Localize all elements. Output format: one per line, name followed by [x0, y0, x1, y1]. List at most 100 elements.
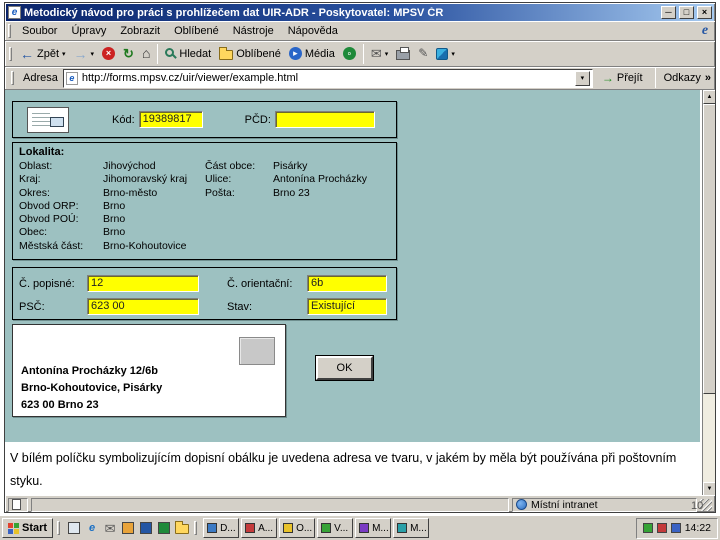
task-label: A...	[258, 522, 274, 534]
address-input[interactable]: e http://forms.mpsv.cz/uir/viewer/exampl…	[62, 68, 593, 88]
minimize-button[interactable]: ─	[661, 6, 676, 19]
task-button-3[interactable]: O...	[279, 518, 316, 538]
lokalita-value: Brno-Kohoutovice	[103, 239, 187, 252]
menu-zobrazit[interactable]: Zobrazit	[113, 23, 167, 39]
task-button-6[interactable]: M...	[393, 518, 430, 538]
task-icon	[207, 523, 218, 533]
lokalita-label: Kraj:	[19, 173, 41, 186]
toolbar-grip[interactable]	[9, 46, 12, 61]
close-button[interactable]: ×	[697, 6, 712, 19]
links-label: Odkazy	[663, 72, 701, 84]
quick-launch-desktop-icon[interactable]	[66, 520, 82, 536]
mail-icon: ✉	[104, 520, 116, 536]
app-logo-icon[interactable]	[27, 106, 69, 133]
chevron-right-icon: »	[704, 72, 711, 84]
taskbar-divider	[57, 521, 61, 535]
maximize-button[interactable]: □	[679, 6, 694, 19]
links-button[interactable]: Odkazy »	[664, 72, 711, 84]
quick-launch-word-icon[interactable]	[138, 520, 154, 536]
media-icon	[288, 47, 302, 60]
start-label: Start	[22, 522, 48, 534]
status-bar: Místní intranet	[5, 495, 715, 513]
co-input[interactable]: 6b	[307, 275, 387, 292]
media-button[interactable]: Média	[285, 43, 339, 65]
stav-input[interactable]: Existující	[307, 298, 387, 315]
address-dropdown-button[interactable]: ▾	[574, 70, 590, 86]
slide: e Metodický návod pro práci s prohlížeče…	[0, 0, 720, 540]
vertical-scrollbar[interactable]: ▲ ▼	[702, 90, 715, 495]
task-button-2[interactable]: A...	[241, 518, 278, 538]
favorites-button[interactable]: Oblíbené	[215, 43, 285, 65]
history-icon	[342, 47, 356, 60]
quick-launch-media-icon[interactable]	[120, 520, 136, 536]
menu-nastroje[interactable]: Nástroje	[226, 23, 281, 39]
stop-button[interactable]: ×	[98, 43, 119, 65]
task-label: D...	[220, 522, 236, 534]
toolbar-grip[interactable]	[11, 71, 14, 85]
envelope-line-2: Brno-Kohoutovice, Pisárky	[21, 382, 163, 394]
lokalita-box: Lokalita: Oblast: Jihovýchod Část obce: …	[12, 142, 397, 260]
task-icon	[397, 523, 408, 533]
tray-icon[interactable]	[670, 523, 681, 533]
psc-input[interactable]: 623 00	[87, 298, 199, 315]
refresh-icon: ↻	[123, 46, 134, 61]
lokalita-value: Pisárky	[273, 160, 308, 172]
clock: 14:22	[684, 522, 711, 534]
envelope-line-3: 623 00 Brno 23	[21, 399, 99, 411]
tray-icon[interactable]	[656, 523, 667, 533]
refresh-button[interactable]: ↻	[119, 43, 138, 65]
lokalita-label: Ulice:	[205, 173, 232, 186]
tray-icon[interactable]	[642, 523, 653, 533]
print-button[interactable]	[392, 43, 414, 65]
go-button[interactable]: → Přejít	[598, 70, 647, 86]
ie-logo-icon: e	[701, 23, 709, 38]
menu-soubor[interactable]: Soubor	[15, 23, 64, 39]
kod-input[interactable]: 19389817	[138, 111, 203, 128]
lokalita-label: Obvod POÚ:	[19, 213, 79, 226]
scroll-up-button[interactable]: ▲	[703, 90, 715, 104]
status-main-segment	[31, 497, 509, 512]
quick-launch-ie-icon[interactable]: e	[84, 520, 100, 536]
menu-upravy[interactable]: Úpravy	[64, 23, 113, 39]
caption-text: V bílém políčku symbolizujícím dopisní o…	[10, 451, 677, 489]
favorites-label: Oblíbené	[236, 47, 281, 60]
envelope-line-1: Antonína Procházky 12/6b	[21, 365, 158, 377]
chevron-down-icon: ▾	[62, 50, 66, 58]
messenger-button[interactable]: ▾	[432, 43, 459, 65]
edit-button[interactable]: ✎	[414, 43, 432, 65]
quick-launch-folder-icon[interactable]	[174, 520, 190, 536]
task-button-1[interactable]: D...	[203, 518, 240, 538]
lokalita-label: Obvod ORP:	[19, 199, 79, 212]
history-button[interactable]	[339, 43, 360, 65]
cp-input[interactable]: 12	[87, 275, 199, 292]
scroll-down-button[interactable]: ▼	[703, 482, 715, 495]
pcd-input[interactable]	[274, 111, 375, 128]
mail-button[interactable]: ✉ ▾	[367, 43, 392, 65]
back-label: Zpět	[37, 47, 60, 60]
home-button[interactable]: ⌂	[138, 43, 154, 65]
menu-oblibene[interactable]: Oblíbené	[167, 23, 226, 39]
toolbar-grip[interactable]	[8, 24, 11, 38]
task-button-5[interactable]: M...	[355, 518, 392, 538]
lokalita-value: Brno-město	[103, 186, 158, 199]
quick-launch-excel-icon[interactable]	[156, 520, 172, 536]
search-button[interactable]: Hledat	[161, 43, 215, 65]
stav-label: Stav:	[227, 300, 253, 313]
back-button[interactable]: ← Zpět ▾	[16, 43, 70, 65]
document-icon	[12, 499, 21, 510]
task-button-4[interactable]: V...	[317, 518, 354, 538]
menu-napoveda[interactable]: Nápověda	[281, 23, 345, 39]
search-icon	[165, 48, 175, 57]
status-doc-segment	[8, 497, 28, 512]
lokalita-label: Část obce:	[205, 160, 256, 172]
chevron-down-icon: ▾	[451, 50, 455, 58]
ok-button[interactable]: OK	[315, 355, 374, 381]
edit-icon: ✎	[418, 46, 429, 60]
scrollbar-thumb[interactable]	[703, 104, 715, 394]
start-button[interactable]: Start	[2, 518, 54, 538]
co-label: Č. orientační:	[227, 277, 293, 290]
forward-button[interactable]: → ▾	[70, 43, 99, 65]
lokalita-value: Jihovýchod	[103, 160, 156, 172]
standard-toolbar: ← Zpět ▾ → ▾ × ↻ ⌂ Hledat Oblíbené ▸ Méd…	[5, 40, 715, 66]
quick-launch-mail-icon[interactable]: ✉	[102, 520, 118, 536]
